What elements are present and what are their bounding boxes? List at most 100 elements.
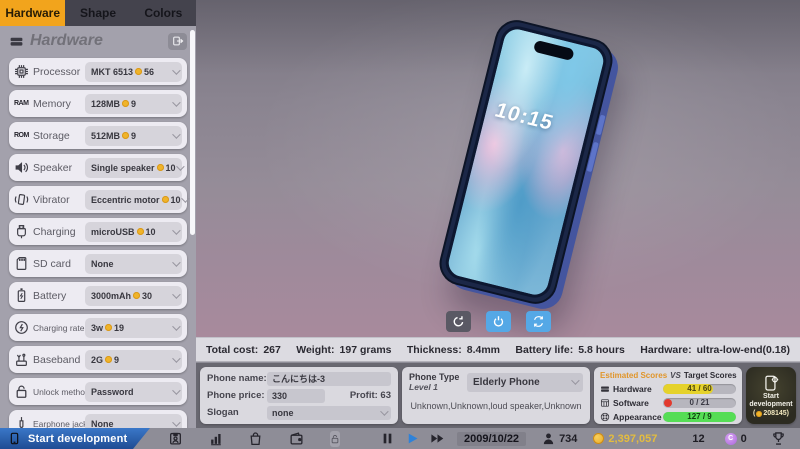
lock-icon (14, 384, 29, 399)
charging-select[interactable]: microUSB10 (85, 222, 182, 242)
score-bar-appearance: 127 / 9 (663, 412, 736, 422)
sidebar-header: Hardware (0, 26, 196, 56)
chevron-down-icon (172, 290, 180, 298)
chart-icon[interactable] (209, 431, 224, 446)
baseband-select[interactable]: 2G9 (85, 350, 182, 370)
sidebar-item-unlock-method: Unlock methodPassword (9, 378, 187, 405)
phone-name-label: Phone name: (207, 373, 267, 384)
cpu-icon (14, 64, 29, 79)
processor-select[interactable]: MKT 651356 (85, 62, 182, 82)
chevron-down-icon (571, 376, 579, 384)
battery-icon (14, 288, 29, 303)
pause-button[interactable] (380, 431, 395, 446)
target-scores-panel: Estimated Scores VS Target Scores Hardwa… (594, 367, 742, 424)
estimated-scores-label: Estimated Scores (600, 371, 667, 380)
phone-type-description: Unknown,Unknown,loud speaker,Unknown (409, 401, 583, 411)
tab-bar: HardwareShapeColors (0, 0, 196, 26)
export-icon (172, 35, 184, 47)
vs-label: VS (670, 371, 681, 380)
phone-screen: 10:15 (442, 23, 610, 301)
score-bar-software: 0 / 21 (663, 398, 736, 408)
phone-type-label: Phone Type (409, 372, 461, 382)
phone-side-button (596, 115, 606, 136)
power-button[interactable] (486, 311, 511, 332)
score-row-appearance: Appearance127 / 9 (600, 411, 736, 422)
phone-type-select[interactable]: Elderly Phone (467, 373, 583, 392)
sidebar-item-memory: RAMMemory128MB9 (9, 90, 187, 117)
scores-header: Estimated Scores VS Target Scores (600, 371, 736, 380)
coin-icon (122, 100, 129, 107)
vibrator-icon (14, 192, 29, 207)
profit-text: Profit: 63 (350, 390, 391, 401)
unlock-method-select[interactable]: Password (85, 382, 182, 402)
tab-shape[interactable]: Shape (65, 0, 130, 26)
staff-badge-icon[interactable] (168, 431, 183, 446)
taskbar-start-development-button[interactable]: Start development (0, 428, 150, 449)
phone-stats-bar: Total cost:267Weight:197 gramsThickness:… (196, 337, 800, 362)
window-icon (600, 398, 610, 408)
coin-icon (157, 164, 164, 171)
app-window: HardwareShapeColors Hardware ProcessorMK… (0, 0, 800, 449)
stat-weight: Weight:197 grams (296, 344, 391, 356)
earphone-jack-select[interactable]: None (85, 414, 182, 429)
hardware-item-list: ProcessorMKT 651356RAMMemory128MB9ROMSto… (0, 56, 196, 428)
stat-hardware-grade: Hardware:ultra-low-end(0.18) (640, 344, 790, 356)
locked-slot[interactable] (330, 431, 340, 447)
storage-select[interactable]: 512MB9 (85, 126, 182, 146)
battery-select[interactable]: 3000mAh30 (85, 286, 182, 306)
hardware-stack-icon (9, 34, 24, 49)
memory-select[interactable]: 128MB9 (85, 94, 182, 114)
phone-price-input[interactable] (267, 389, 325, 403)
speaker-select[interactable]: Single speaker10 (85, 158, 182, 178)
reset-view-button[interactable] (446, 311, 471, 332)
sidebar-item-sd-card: SD cardNone (9, 250, 187, 277)
chevron-down-icon (380, 407, 388, 415)
coin-icon (593, 433, 604, 444)
collapse-panel-button[interactable] (168, 33, 187, 50)
chevron-down-icon (172, 386, 180, 394)
play-button[interactable] (405, 431, 420, 446)
chevron-down-icon (172, 258, 180, 266)
sidebar-scrollbar[interactable] (190, 30, 195, 235)
sidebar-item-charging: ChargingmicroUSB10 (9, 218, 187, 245)
phone-gear-icon (762, 374, 780, 392)
layers-icon (600, 384, 610, 394)
tab-hardware[interactable]: Hardware (0, 0, 65, 26)
charging-rate-select[interactable]: 3w19 (85, 318, 182, 338)
phone-3d-viewport[interactable]: 10:15 (196, 0, 800, 337)
tab-colors[interactable]: Colors (131, 0, 196, 26)
wallet-icon[interactable] (289, 431, 304, 446)
sidebar-item-processor: ProcessorMKT 651356 (9, 58, 187, 85)
baseband-icon (14, 352, 29, 367)
hardware-panel: HardwareShapeColors Hardware ProcessorMK… (0, 0, 196, 428)
start-development-panel-button[interactable]: Start development (208145) (746, 367, 796, 424)
refresh-icon (452, 315, 465, 328)
sd-card-select[interactable]: None (85, 254, 182, 274)
earphone-icon (14, 416, 29, 428)
phone-name-input[interactable] (267, 372, 391, 386)
slogan-label: Slogan (207, 407, 267, 418)
coin-icon (137, 228, 144, 235)
phone-notch (533, 40, 575, 61)
crystal-icon: C (725, 433, 737, 445)
fast-forward-button[interactable] (430, 431, 445, 446)
palette-icon (600, 412, 610, 422)
chevron-down-icon (176, 162, 184, 170)
sidebar-item-earphone-jack: Earphone jackNone (9, 410, 187, 428)
flip-icon (532, 315, 545, 328)
flip-phone-button[interactable] (526, 311, 551, 332)
slogan-select[interactable]: none (267, 406, 391, 420)
chevron-down-icon (172, 98, 180, 106)
viewport-toolbar (446, 311, 551, 332)
phone-clock: 10:15 (492, 99, 557, 136)
chevron-down-icon (172, 226, 180, 234)
coin-icon (122, 132, 129, 139)
coin-icon (756, 411, 762, 417)
shop-bag-icon[interactable] (248, 431, 263, 446)
start-development-cost: (208145) (753, 410, 789, 417)
phone-side-button (587, 142, 599, 172)
vibrator-select[interactable]: Eccentric motor10 (85, 190, 182, 210)
phone-3d-model[interactable]: 10:15 (435, 16, 617, 309)
coin-icon (105, 356, 112, 363)
trophy-icon[interactable] (771, 431, 786, 446)
